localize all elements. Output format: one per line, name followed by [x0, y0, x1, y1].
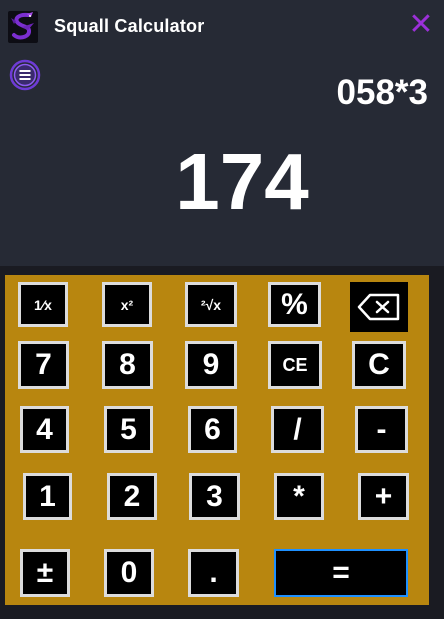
backspace-icon: [357, 293, 400, 321]
plus-button[interactable]: +: [358, 473, 409, 520]
result-display: 174: [175, 137, 309, 226]
square-root-button[interactable]: ²√x: [185, 282, 237, 327]
digit-7-button[interactable]: 7: [18, 341, 69, 389]
equals-button[interactable]: =: [274, 549, 408, 597]
digit-8-button[interactable]: 8: [102, 341, 153, 389]
percent-button[interactable]: %: [268, 282, 321, 327]
decimal-button[interactable]: .: [188, 549, 239, 597]
backspace-button[interactable]: [350, 282, 408, 332]
reciprocal-button[interactable]: 1⁄x: [18, 282, 68, 327]
close-button[interactable]: ✕: [406, 10, 436, 40]
digit-1-button[interactable]: 1: [23, 473, 72, 520]
square-button[interactable]: x²: [102, 282, 152, 327]
negate-button[interactable]: ±: [20, 549, 70, 597]
digit-5-button[interactable]: 5: [104, 406, 153, 453]
menu-button[interactable]: [9, 59, 41, 91]
digit-0-button[interactable]: 0: [104, 549, 154, 597]
calculator-window: Squall Calculator ✕ 058*3 174 1⁄x x² ²√x…: [0, 0, 444, 619]
clear-entry-button[interactable]: CE: [268, 341, 322, 389]
divide-button[interactable]: /: [271, 406, 324, 453]
dragon-logo-icon: [8, 11, 38, 43]
title-bar: Squall Calculator ✕: [0, 0, 444, 52]
digit-2-button[interactable]: 2: [107, 473, 157, 520]
digit-6-button[interactable]: 6: [188, 406, 237, 453]
menu-icon: [9, 59, 41, 91]
digit-3-button[interactable]: 3: [189, 473, 240, 520]
expression-display: 058*3: [336, 73, 428, 112]
clear-button[interactable]: C: [352, 341, 406, 389]
digit-9-button[interactable]: 9: [185, 341, 237, 389]
multiply-button[interactable]: *: [274, 473, 324, 520]
close-icon: ✕: [408, 8, 434, 41]
minus-button[interactable]: -: [355, 406, 408, 453]
app-title: Squall Calculator: [54, 16, 205, 36]
digit-4-button[interactable]: 4: [20, 406, 69, 453]
